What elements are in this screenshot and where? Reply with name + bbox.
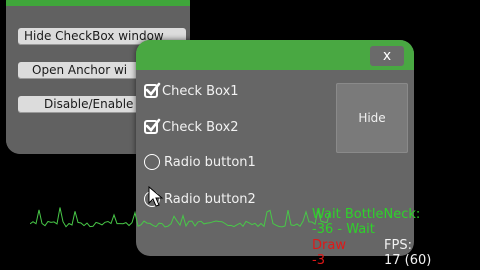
disable-enable-button[interactable]: Disable/Enable (18, 96, 148, 113)
open-anchor-window-button[interactable]: Open Anchor wi (18, 62, 148, 79)
radio-button-2-label: Radio button2 (164, 191, 256, 207)
frame-time-graph (30, 207, 330, 228)
radio-button-1[interactable]: Radio button1 (144, 151, 256, 173)
draw-value: -3 (312, 253, 325, 268)
checkbox-1[interactable]: Check Box1 (144, 80, 239, 102)
hide-button-label: Hide (358, 111, 386, 125)
hide-button[interactable]: Hide (336, 83, 408, 153)
wait-value: -36 - Wait (312, 222, 375, 237)
close-icon: x (382, 48, 392, 64)
checkbox-1-box[interactable] (144, 82, 161, 98)
radio-button-1-label: Radio button1 (164, 154, 256, 170)
fps-label: FPS: (384, 238, 412, 253)
checkmark-icon (145, 82, 161, 96)
checkbox-1-label: Check Box1 (162, 83, 239, 99)
mouse-cursor-icon (148, 186, 164, 207)
checkbox-2-label: Check Box2 (162, 119, 239, 135)
frame-time-line (30, 207, 330, 228)
radio-icon[interactable] (144, 154, 160, 170)
close-button[interactable]: x (370, 46, 404, 66)
wait-bottleneck-label: Wait BottleNeck: (312, 207, 421, 222)
checkbox-2-box[interactable] (144, 118, 161, 134)
checkbox-2[interactable]: Check Box2 (144, 116, 239, 138)
fps-value: 17 (60) (384, 253, 432, 268)
draw-label: Draw (312, 238, 346, 253)
checkmark-icon (145, 118, 161, 132)
